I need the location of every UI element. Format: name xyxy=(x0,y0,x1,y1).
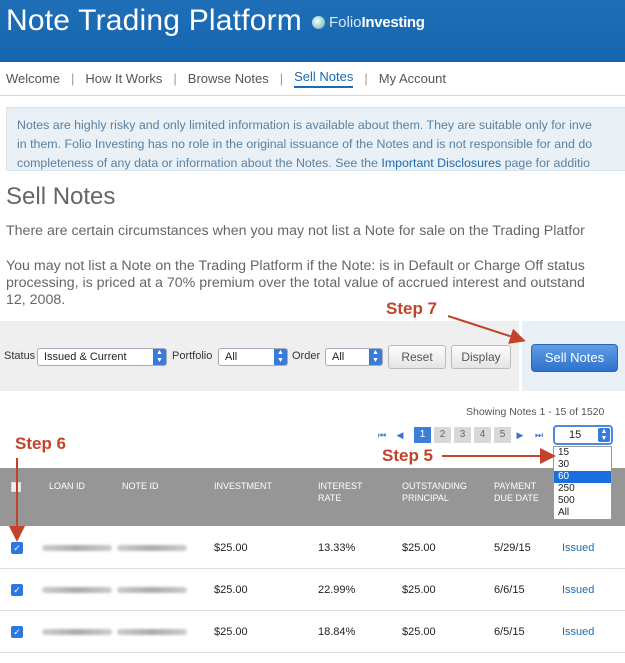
step7-label: Step 7 xyxy=(386,299,438,318)
annotation-arrows xyxy=(9,315,556,542)
step5-label: Step 5 xyxy=(382,446,434,465)
step7-arrow xyxy=(447,315,526,344)
step6-label: Step 6 xyxy=(15,434,67,453)
